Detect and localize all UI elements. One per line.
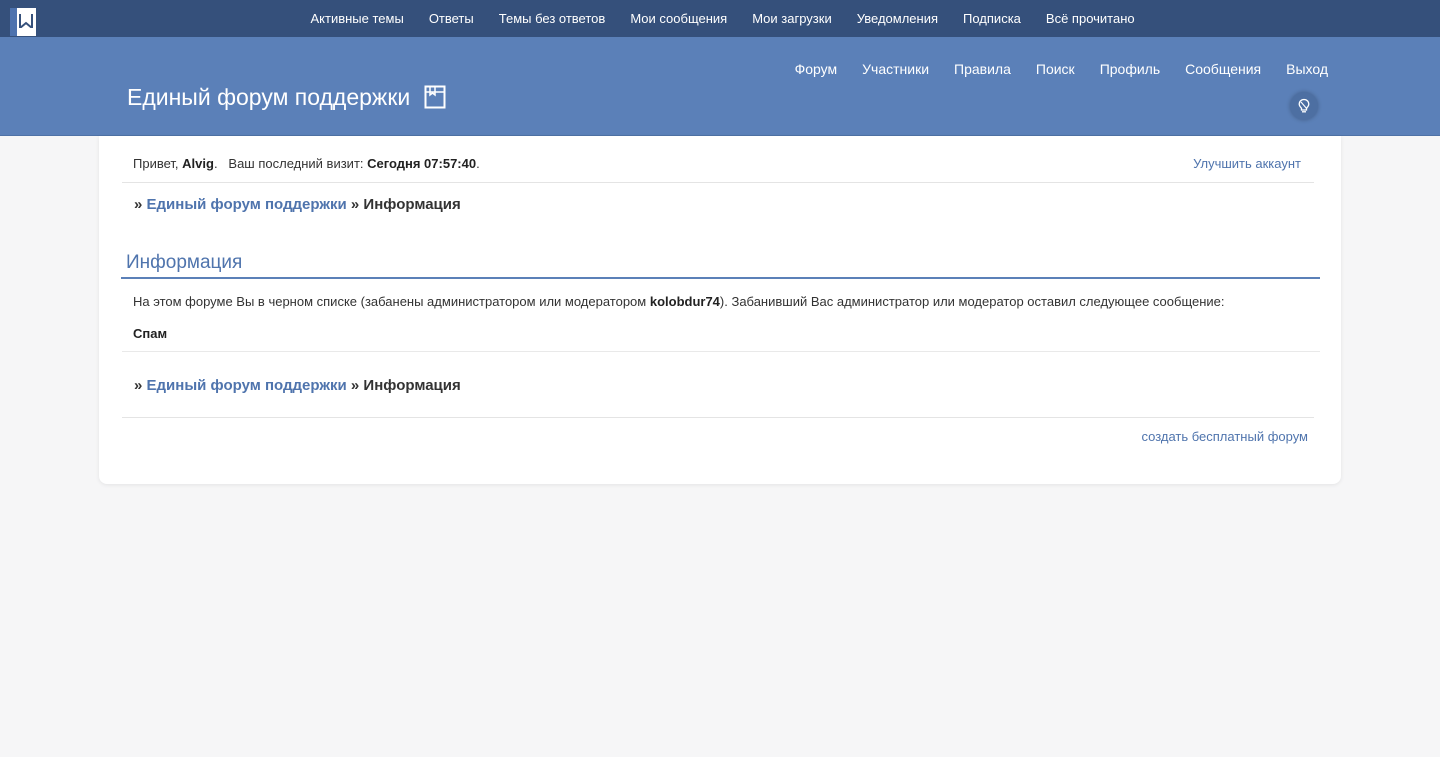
- section-title: Информация: [126, 252, 243, 273]
- topnav-unanswered[interactable]: Темы без ответов: [499, 11, 606, 26]
- username[interactable]: Alvig: [182, 156, 214, 171]
- lightbulb-icon[interactable]: [1290, 92, 1318, 120]
- section-underline: [121, 277, 1320, 279]
- upgrade-account-link[interactable]: Улучшить аккаунт: [1193, 156, 1301, 171]
- divider: [122, 417, 1314, 418]
- breadcrumb-separator: »: [134, 377, 143, 394]
- topnav-active-topics[interactable]: Активные темы: [311, 11, 404, 26]
- greeting-dot: .: [213, 156, 218, 171]
- topnav-notifications[interactable]: Уведомления: [857, 11, 938, 26]
- topnav-my-posts[interactable]: Мои сообщения: [630, 11, 727, 26]
- main-panel: Привет, Alvig. Ваш последний визит: Сего…: [99, 136, 1341, 484]
- welcome-text: Привет, Alvig. Ваш последний визит: Сего…: [133, 156, 480, 171]
- moderator-name[interactable]: kolobdur74: [650, 294, 720, 309]
- main-nav: Форум Участники Правила Поиск Профиль Со…: [770, 61, 1328, 77]
- breadcrumb-separator: »: [350, 196, 360, 213]
- ban-message: На этом форуме Вы в черном списке (забан…: [133, 294, 1225, 309]
- nav-messages[interactable]: Сообщения: [1185, 61, 1261, 77]
- top-bar: Активные темы Ответы Темы без ответов Мо…: [0, 0, 1440, 37]
- breadcrumb: » Единый форум поддержки » Информация: [134, 196, 461, 213]
- last-visit-dot: .: [476, 156, 480, 171]
- topnav-replies[interactable]: Ответы: [429, 11, 474, 26]
- topnav-my-uploads[interactable]: Мои загрузки: [752, 11, 832, 26]
- create-free-forum-link[interactable]: создать бесплатный форум: [1141, 429, 1308, 444]
- ban-reason: Спам: [133, 326, 168, 341]
- site-logo-icon[interactable]: [10, 8, 36, 36]
- bookmark-book-icon[interactable]: [424, 85, 446, 109]
- ban-message-start: На этом форуме Вы в черном списке (забан…: [133, 294, 650, 309]
- breadcrumb-forum-link[interactable]: Единый форум поддержки: [147, 377, 347, 394]
- breadcrumb-current: Информация: [363, 377, 461, 394]
- last-visit-label: Ваш последний визит:: [228, 156, 368, 171]
- breadcrumb-separator: »: [350, 377, 360, 394]
- lightbulb-glyph: [1298, 98, 1310, 113]
- breadcrumb-separator: »: [134, 196, 143, 213]
- nav-logout[interactable]: Выход: [1286, 61, 1328, 77]
- divider: [122, 182, 1314, 183]
- topnav-subscription[interactable]: Подписка: [963, 11, 1021, 26]
- logo-mark: [19, 14, 33, 28]
- site-title[interactable]: Единый форум поддержки: [127, 84, 410, 111]
- top-nav: Активные темы Ответы Темы без ответов Мо…: [298, 0, 1147, 37]
- nav-profile[interactable]: Профиль: [1100, 61, 1160, 77]
- breadcrumb-bottom: » Единый форум поддержки » Информация: [134, 377, 461, 394]
- breadcrumb-forum-link[interactable]: Единый форум поддержки: [147, 196, 347, 213]
- nav-rules[interactable]: Правила: [954, 61, 1011, 77]
- last-visit-value: Сегодня 07:57:40: [367, 156, 477, 171]
- topnav-mark-all-read[interactable]: Всё прочитано: [1046, 11, 1135, 26]
- divider: [122, 351, 1320, 352]
- site-header: Единый форум поддержки Форум Участники П…: [0, 37, 1440, 136]
- nav-members[interactable]: Участники: [862, 61, 929, 77]
- breadcrumb-current: Информация: [363, 196, 461, 213]
- ban-message-end: ). Забанивший Вас администратор или моде…: [719, 294, 1225, 309]
- nav-search[interactable]: Поиск: [1036, 61, 1075, 77]
- logo-bar: [10, 8, 17, 36]
- nav-forum[interactable]: Форум: [795, 61, 838, 77]
- greeting: Привет,: [133, 156, 183, 171]
